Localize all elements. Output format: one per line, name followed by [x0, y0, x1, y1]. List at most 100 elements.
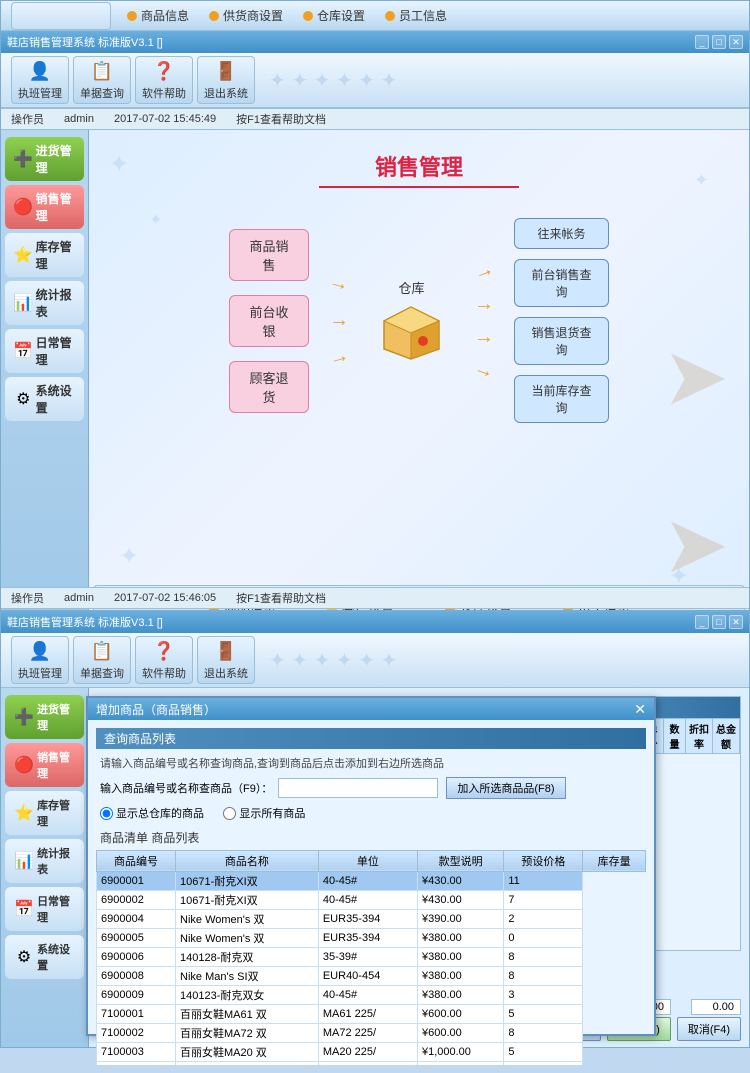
daily-label: 日常管理: [36, 334, 78, 368]
star-bg-4: ✦: [119, 542, 139, 571]
cell-9-0: 7100003: [97, 1042, 176, 1061]
window-bottom: 鞋店销售管理系统 标准版V3.1 [] _ □ ✕ 👤 执班管理 📋 单据查询 …: [0, 610, 750, 1048]
exit-btn-2[interactable]: 🚪 退出系统: [197, 636, 255, 684]
cashier-box[interactable]: 前台收银: [229, 295, 309, 347]
dialog-close-btn[interactable]: ✕: [634, 701, 646, 718]
nav-item-employee[interactable]: 员工信息: [385, 7, 447, 24]
add-to-selected-btn[interactable]: 加入所选商品品(F8): [446, 777, 565, 799]
table-row[interactable]: 7100003百丽女鞋MA20 双MA20 225/¥1,000.005: [97, 1042, 646, 1061]
goods-table-scroll[interactable]: 商品编号 商品名称 单位 款型说明 预设价格 库存量 690000110671-…: [96, 850, 646, 1065]
col-num: 商品编号: [97, 850, 176, 871]
table-row[interactable]: 7100004百丽女鞋P007 双P007 225/¥900.008: [97, 1061, 646, 1065]
radio-total-warehouse[interactable]: 显示总仓库的商品: [100, 805, 204, 821]
cell-6-0: 6900009: [97, 985, 176, 1004]
cell-6-2: 40-45#: [318, 985, 417, 1004]
datetime-2: 2017-07-02 15:46:05: [114, 592, 216, 604]
inventory-icon-2: ⭐: [11, 799, 37, 827]
supplier-dot: [209, 11, 219, 21]
radio-all-warehouse[interactable]: 显示所有商品: [223, 805, 305, 821]
cell-9-4: 5: [504, 1042, 583, 1061]
cell-6-1: 140123-耐克双女: [176, 985, 319, 1004]
shift-mgmt-btn[interactable]: 👤 执班管理: [11, 56, 69, 104]
sel-col-discount: 折扣率: [686, 719, 713, 754]
minimize-btn-2[interactable]: _: [695, 615, 709, 629]
refund-box[interactable]: 顾客退货: [229, 361, 309, 413]
inventory-query-box[interactable]: 当前库存查询: [514, 375, 609, 423]
nav-item-goods[interactable]: 商品信息: [127, 7, 189, 24]
minimize-btn-1[interactable]: _: [695, 35, 709, 49]
table-row[interactable]: 6900006140128-耐克双35-39#¥380.008: [97, 947, 646, 966]
sidebar-item-daily-2[interactable]: 📅 日常管理: [5, 887, 84, 931]
close-btn-1[interactable]: ✕: [729, 35, 743, 49]
table-row[interactable]: 690000210671-耐克XI双40-45#¥430.007: [97, 890, 646, 909]
help-label-2: 软件帮助: [142, 665, 186, 681]
close-btn-2[interactable]: ✕: [729, 615, 743, 629]
shift-mgmt-icon-2: 👤: [26, 640, 54, 664]
sidebar-item-purchase[interactable]: ➕ 进货管理: [5, 137, 84, 181]
input-row: 输入商品编号或名称查商品（F9）： 加入所选商品品(F8): [96, 777, 646, 799]
nav-item-supplier[interactable]: 供货商设置: [209, 7, 283, 24]
refund-query-box[interactable]: 销售退货查询: [514, 317, 609, 365]
radio-group: 显示总仓库的商品 显示所有商品: [96, 805, 646, 823]
cancel-btn[interactable]: 取消(F4): [677, 1017, 741, 1041]
help-btn-2[interactable]: ❓ 软件帮助: [135, 636, 193, 684]
radio-all-label: 显示所有商品: [239, 805, 305, 821]
sidebar-item-settings[interactable]: ⚙ 系统设置: [5, 377, 84, 421]
exit-label: 退出系统: [204, 85, 248, 101]
table-row[interactable]: 7100001百丽女鞋MA61 双MA61 225/¥600.005: [97, 1004, 646, 1023]
sidebar-item-daily[interactable]: 📅 日常管理: [5, 329, 84, 373]
nav-goods-label: 商品信息: [141, 7, 189, 24]
cell-8-4: 8: [504, 1023, 583, 1042]
dialog-add-goods: 增加商品（商品销售） ✕ 查询商品列表 请输入商品编号或名称查询商品,查询到商品…: [86, 696, 656, 1036]
shift-mgmt-btn-2[interactable]: 👤 执班管理: [11, 636, 69, 684]
col-unit: 单位: [318, 850, 417, 871]
maximize-btn-1[interactable]: □: [712, 35, 726, 49]
doc-query-btn[interactable]: 📋 单据查询: [73, 56, 131, 104]
input-label: 输入商品编号或名称查商品（F9）：: [100, 780, 272, 796]
table-row[interactable]: 6900004Nike Women's 双EUR35-394¥390.002: [97, 909, 646, 928]
cell-2-4: 2: [504, 909, 583, 928]
cell-9-3: ¥1,000.00: [417, 1042, 503, 1061]
cell-6-4: 3: [504, 985, 583, 1004]
exit-btn[interactable]: 🚪 退出系统: [197, 56, 255, 104]
content-area-1: ✦ ✦ ✦ ✦ ✦ ➤ ➤ 销售管理 商品销售 前台收银 顾客退货: [89, 130, 749, 631]
cell-5-4: 8: [504, 966, 583, 985]
cell-3-2: EUR35-394: [318, 928, 417, 947]
nav-item-warehouse[interactable]: 仓库设置: [303, 7, 365, 24]
radio-total-input[interactable]: [100, 807, 113, 820]
cell-2-1: Nike Women's 双: [176, 909, 319, 928]
sales-icon-2: 🔴: [11, 751, 37, 779]
table-row[interactable]: 6900009140123-耐克双女40-45#¥380.003: [97, 985, 646, 1004]
accounts-box[interactable]: 往来帐务: [514, 218, 609, 249]
table-row[interactable]: 690000110671-耐克XI双40-45#¥430.0011: [97, 871, 646, 890]
cell-9-1: 百丽女鞋MA20 双: [176, 1042, 319, 1061]
table-row[interactable]: 7100002百丽女鞋MA72 双MA72 225/¥600.008: [97, 1023, 646, 1042]
help-btn[interactable]: ❓ 软件帮助: [135, 56, 193, 104]
sidebar-item-reports-2[interactable]: 📊 统计报表: [5, 839, 84, 883]
table-row[interactable]: 6900005Nike Women's 双EUR35-394¥380.000: [97, 928, 646, 947]
right-boxes: 往来帐务 前台销售查询 销售退货查询 当前库存查询: [514, 218, 609, 423]
sales-label: 销售管理: [36, 190, 78, 224]
sidebar-item-inventory[interactable]: ⭐ 库存管理: [5, 233, 84, 277]
sidebar-item-reports[interactable]: 📊 统计报表: [5, 281, 84, 325]
table-row[interactable]: 6900008Nike Man's SI双EUR40-454¥380.008: [97, 966, 646, 985]
goods-sales-box[interactable]: 商品销售: [229, 229, 309, 281]
sidebar-item-sales-2[interactable]: 🔴 销售管理: [5, 743, 84, 787]
toolbar-2: 👤 执班管理 📋 单据查询 ❓ 软件帮助 🚪 退出系统 ✦ ✦ ✦ ✦ ✦ ✦: [1, 633, 749, 688]
sales-query-box[interactable]: 前台销售查询: [514, 259, 609, 307]
nav-employee-label: 员工信息: [399, 7, 447, 24]
doc-query-label: 单据查询: [80, 85, 124, 101]
warehouse-label: 仓库: [398, 278, 424, 297]
cell-1-1: 10671-耐克XI双: [176, 890, 319, 909]
cell-8-0: 7100002: [97, 1023, 176, 1042]
sidebar-item-inventory-2[interactable]: ⭐ 库存管理: [5, 791, 84, 835]
radio-all-input[interactable]: [223, 807, 236, 820]
sidebar-item-sales[interactable]: 🔴 销售管理: [5, 185, 84, 229]
maximize-btn-2[interactable]: □: [712, 615, 726, 629]
doc-query-btn-2[interactable]: 📋 单据查询: [73, 636, 131, 684]
sidebar-item-settings-2[interactable]: ⚙ 系统设置: [5, 935, 84, 979]
star-deco-1: ✦ ✦ ✦ ✦ ✦ ✦: [269, 68, 397, 93]
cell-7-0: 7100001: [97, 1004, 176, 1023]
sidebar-item-purchase-2[interactable]: ➕ 进货管理: [5, 695, 84, 739]
goods-search-input[interactable]: [278, 778, 438, 798]
